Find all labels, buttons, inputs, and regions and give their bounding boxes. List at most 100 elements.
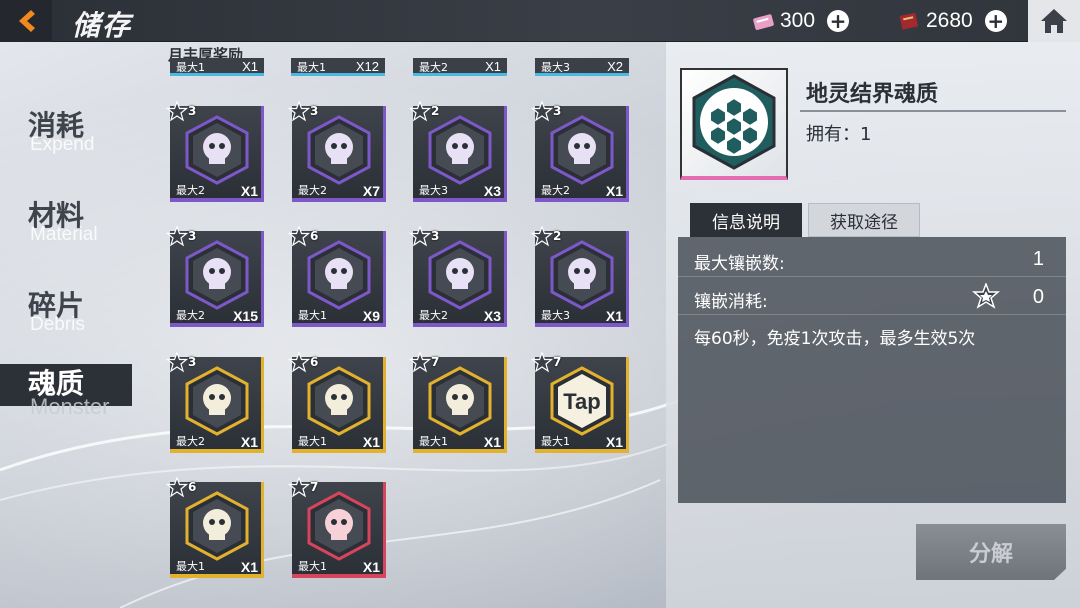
inventory-item[interactable]: 6 最大1 X9 — [288, 226, 386, 327]
icon-text: Tap — [563, 389, 600, 414]
tab-info[interactable]: 信息说明 — [690, 203, 802, 237]
back-button[interactable] — [0, 0, 52, 42]
item-level: 3 — [310, 104, 319, 118]
tab-debris[interactable]: 碎片 Debris — [0, 284, 160, 354]
pink-ticket-icon — [753, 14, 774, 30]
home-icon — [1041, 9, 1067, 33]
currency-pink-value: 300 — [780, 9, 816, 32]
partial-item-strip[interactable]: 最大2 X1 — [413, 58, 507, 78]
strip-count: X1 — [242, 59, 258, 74]
partial-item-strip[interactable]: 最大3 X2 — [535, 58, 629, 78]
inventory-item[interactable]: 7 最大1 X1 — [409, 352, 507, 453]
inventory-item[interactable]: Tap 7 最大1 X1 — [531, 352, 629, 453]
inlay-cost-label: 镶嵌消耗: — [694, 292, 768, 312]
star-level-icon — [288, 101, 310, 122]
add-red-currency-button[interactable]: + — [984, 10, 1007, 32]
tab-material[interactable]: 材料 Material — [0, 194, 160, 264]
top-bar: 储存 300 + 2680 + — [0, 0, 1080, 42]
item-count: X1 — [605, 308, 623, 324]
inventory-item[interactable]: 3 最大2 X15 — [166, 226, 264, 327]
inlay-cost-value: 0 — [1032, 286, 1044, 308]
strip-max: 最大1 — [297, 61, 326, 74]
item-count: X9 — [362, 308, 380, 324]
star-level-icon — [409, 352, 431, 373]
partial-item-strip[interactable]: 最大1 X12 — [291, 58, 385, 78]
max-inlay-row: 最大镶嵌数: 1 — [678, 241, 1066, 277]
tab-material-sublabel: Material — [30, 224, 98, 245]
max-inlay-value: 1 — [1032, 248, 1044, 270]
horned-mask-icon — [307, 115, 371, 185]
tied-skull-icon — [550, 115, 614, 185]
beast-skull-icon — [307, 240, 371, 310]
tab-debris-sublabel: Debris — [30, 314, 85, 335]
item-count: X1 — [605, 183, 623, 199]
item-level: 2 — [431, 104, 440, 118]
item-level: 3 — [553, 104, 562, 118]
item-count: X1 — [240, 559, 258, 575]
item-level: 6 — [310, 355, 319, 369]
star-level-icon — [166, 477, 188, 498]
tab-monster[interactable]: 魂质 Monster — [0, 358, 160, 428]
item-count: X15 — [233, 308, 258, 324]
star-level-icon — [288, 352, 310, 373]
currency-pink: 300 + — [752, 6, 850, 36]
item-max: 最大1 — [541, 435, 570, 448]
star-level-icon — [531, 352, 553, 373]
decompose-button[interactable]: 分解 — [916, 524, 1066, 580]
tab-expend-sublabel: Expend — [30, 134, 95, 155]
item-level: 3 — [188, 355, 197, 369]
octopus-icon — [550, 240, 614, 310]
strip-max: 最大2 — [419, 61, 448, 74]
currency-red-value: 2680 — [926, 9, 973, 32]
red-creature-icon — [307, 491, 371, 561]
inventory-item[interactable]: 3 最大2 X7 — [288, 101, 386, 202]
tab-monster-sublabel: Monster — [30, 394, 110, 419]
item-level: 7 — [553, 355, 562, 369]
currency-red: 2680 + — [898, 6, 1007, 36]
item-max: 最大2 — [419, 309, 448, 322]
item-count: X1 — [483, 434, 501, 450]
spiral-shell-icon — [428, 240, 492, 310]
inventory-item[interactable]: 6 最大1 X1 — [288, 352, 386, 453]
item-max: 最大3 — [419, 184, 448, 197]
item-level: 7 — [310, 480, 319, 494]
home-button[interactable] — [1028, 0, 1080, 42]
add-pink-currency-button[interactable]: + — [827, 10, 850, 32]
star-level-icon — [166, 101, 188, 122]
item-count: X3 — [483, 183, 501, 199]
strip-max: 最大1 — [176, 61, 205, 74]
item-count: X1 — [362, 434, 380, 450]
fanged-skull-icon — [428, 115, 492, 185]
divider — [800, 110, 1066, 112]
crown-ring-icon — [428, 366, 492, 436]
inventory-item[interactable]: 6 最大1 X1 — [166, 477, 264, 578]
item-level: 7 — [431, 355, 440, 369]
item-level: 3 — [188, 104, 197, 118]
honeycomb-sphere-icon — [692, 74, 776, 170]
inventory-item[interactable]: 7 最大1 X1 — [288, 477, 386, 578]
star-level-icon — [531, 101, 553, 122]
item-count: X1 — [362, 559, 380, 575]
item-count: X1 — [240, 183, 258, 199]
item-count: X7 — [362, 183, 380, 199]
tab-expend[interactable]: 消耗 Expend — [0, 104, 160, 174]
inventory-item[interactable]: 3 最大2 X1 — [166, 101, 264, 202]
demon-face-icon — [185, 366, 249, 436]
inventory-item[interactable]: 2 最大3 X1 — [531, 226, 629, 327]
item-level: 2 — [553, 229, 562, 243]
partial-item-strip[interactable]: 最大1 X1 — [170, 58, 264, 78]
item-max: 最大1 — [419, 435, 448, 448]
owned-count: 拥有：1 — [806, 124, 872, 145]
strip-count: X12 — [355, 59, 379, 74]
item-level: 6 — [188, 480, 197, 494]
strip-count: X2 — [607, 59, 623, 74]
inventory-item[interactable]: 3 最大2 X1 — [166, 352, 264, 453]
inventory-item[interactable]: 3 最大2 X3 — [409, 226, 507, 327]
red-book-icon — [899, 12, 919, 30]
inventory-item[interactable]: 2 最大3 X3 — [409, 101, 507, 202]
item-count: X3 — [483, 308, 501, 324]
tab-source[interactable]: 获取途径 — [808, 203, 920, 237]
item-max: 最大1 — [298, 435, 327, 448]
item-max: 最大1 — [298, 309, 327, 322]
inventory-item[interactable]: 3 最大2 X1 — [531, 101, 629, 202]
